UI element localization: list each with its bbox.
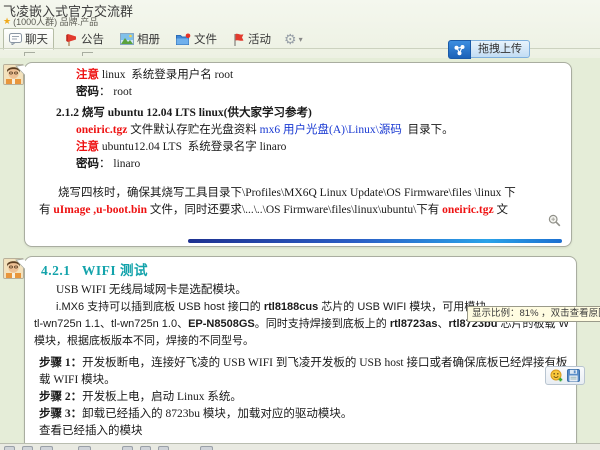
- save-floppy-icon[interactable]: [567, 369, 580, 382]
- splitter-handle[interactable]: [82, 52, 93, 56]
- files-badge-dot: [186, 33, 191, 38]
- tab-announcement[interactable]: 公告: [60, 29, 109, 49]
- chat-input-toolbar: [0, 443, 600, 450]
- tab-files[interactable]: 文件: [171, 29, 222, 49]
- toolbar-icon[interactable]: [140, 446, 151, 450]
- drag-upload-label: 拖拽上传: [471, 40, 530, 58]
- tab-chat-label: 聊天: [25, 31, 48, 47]
- message-image-bubble-2[interactable]: 4.2.1 WIFI 测试USB WIFI 无线局域网卡是选配模块。i.MX6 …: [24, 256, 577, 450]
- document-screenshot-2: 4.2.1 WIFI 测试USB WIFI 无线局域网卡是选配模块。i.MX6 …: [33, 261, 568, 445]
- tab-chat[interactable]: 聊天: [3, 28, 54, 50]
- megaphone-icon: [65, 33, 78, 46]
- drag-upload-button[interactable]: 拖拽上传: [448, 40, 530, 57]
- document-screenshot-1: 注意 linux 系统登录用户名 root密码： root2.1.2 烧写 ub…: [33, 67, 563, 242]
- chat-bubble-icon: [9, 33, 22, 45]
- group-subtitle-row: ★ (1000人群) 品牌.产品: [3, 15, 98, 28]
- splitter-handle[interactable]: [24, 52, 35, 56]
- tab-files-label: 文件: [194, 31, 217, 47]
- star-icon: ★: [3, 17, 11, 26]
- tab-announcement-label: 公告: [81, 31, 104, 47]
- add-emoticon-icon[interactable]: [550, 369, 563, 382]
- tab-album-label: 相册: [137, 31, 160, 47]
- tab-bar: 聊天 公告 相册: [3, 29, 303, 49]
- toolbar-icon[interactable]: [78, 446, 91, 450]
- tab-album[interactable]: 相册: [115, 29, 165, 49]
- group-chat-window: 飞凌嵌入式官方交流群 ★ (1000人群) 品牌.产品 聊天: [0, 0, 600, 450]
- image-hover-tray: [545, 366, 585, 385]
- flag-icon: [233, 33, 245, 46]
- toolbar-icon[interactable]: [122, 446, 133, 450]
- toolbar-icon[interactable]: [22, 446, 33, 450]
- horizontal-scrollbar[interactable]: [188, 239, 562, 243]
- toolbar-icon[interactable]: [200, 446, 213, 450]
- gear-icon: ⚙: [284, 32, 297, 46]
- share-nodes-icon: [448, 40, 471, 59]
- toolbar-icon[interactable]: [4, 446, 15, 450]
- toolbar-icon[interactable]: [40, 446, 53, 450]
- folder-icon: [176, 33, 191, 46]
- tab-activity-label: 活动: [248, 31, 271, 47]
- chat-message-area[interactable]: 注意 linux 系统登录用户名 root密码： root2.1.2 烧写 ub…: [0, 58, 600, 443]
- settings-menu-button[interactable]: ⚙ ▾: [284, 32, 303, 46]
- message-image-bubble-1[interactable]: 注意 linux 系统登录用户名 root密码： root2.1.2 烧写 ub…: [24, 62, 572, 247]
- photo-icon: [120, 33, 134, 45]
- magnifier-icon[interactable]: [548, 214, 561, 232]
- group-subtitle: (1000人群) 品牌.产品: [13, 15, 98, 28]
- chevron-down-icon: ▾: [299, 35, 303, 44]
- tab-activity[interactable]: 活动: [228, 29, 276, 49]
- toolbar-icon[interactable]: [158, 446, 169, 450]
- zoom-ratio-tooltip: 显示比例：81% ，双击查看原图: [467, 306, 600, 322]
